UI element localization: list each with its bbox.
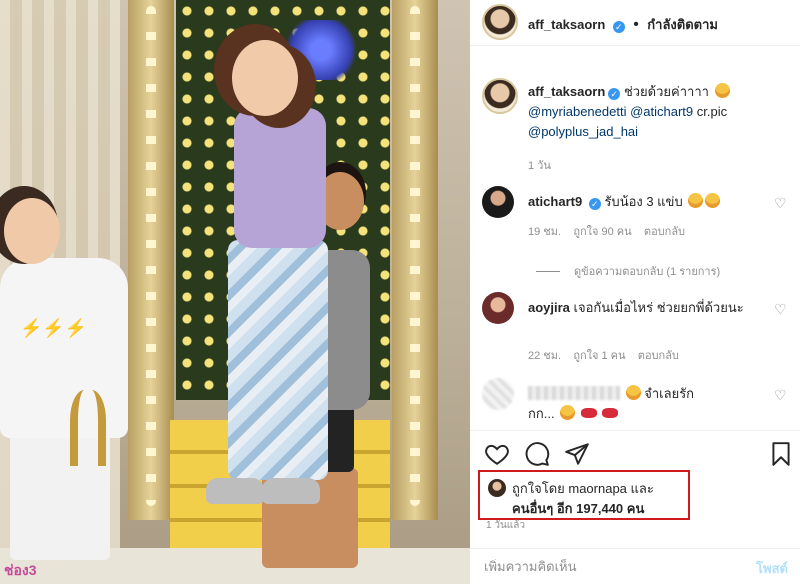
comment-body: จำเลยรัก: [644, 386, 695, 401]
separator-dot: •: [633, 16, 639, 33]
post-comment-button[interactable]: โพสต์: [756, 558, 788, 579]
comment-likes[interactable]: ถูกใจ 1 คน: [573, 350, 625, 362]
reply-button[interactable]: ตอบกลับ: [644, 226, 685, 238]
header-user-row: aff_taksaorn ✓ • กำลังติดตาม: [528, 14, 718, 35]
person-left-head: [4, 198, 60, 264]
lips-emoji-icon: [602, 408, 619, 418]
comment-time[interactable]: 19 ชม.: [528, 226, 561, 238]
verified-badge-icon: ✓: [608, 88, 621, 100]
action-bar: [470, 430, 800, 470]
comment-body: กก...: [528, 406, 555, 421]
comment-meta: 19 ชม. ถูกใจ 90 คน ตอบกลับ: [528, 222, 685, 240]
mention-link[interactable]: @myriabenedetti: [528, 104, 626, 119]
caption-body: ช่วยด้วยค่าาาา: [623, 84, 709, 99]
woman-lifted-top: [234, 108, 326, 248]
sneaker: [206, 478, 264, 504]
comment-bar: โพสต์: [470, 548, 800, 584]
tongue-emoji-icon: [705, 193, 721, 208]
comment-meta: 22 ชม. ถูกใจ 1 คน ตอบกลับ: [528, 346, 679, 364]
caption-time[interactable]: 1 วัน: [528, 156, 794, 176]
mention-link[interactable]: @polyplus_jad_hai: [528, 124, 638, 139]
comment-text: จำเลยรัก กก...: [528, 384, 764, 424]
username-link[interactable]: aff_taksaorn: [528, 17, 605, 32]
sneaker: [262, 478, 320, 504]
heart-icon[interactable]: ♡: [774, 196, 788, 210]
avatar[interactable]: [482, 78, 518, 114]
share-icon[interactable]: [564, 441, 590, 467]
likes-count[interactable]: คนอื่นๆ อีก 197,440 คน: [512, 498, 644, 519]
woman-lifted-legs: [228, 240, 328, 480]
avatar[interactable]: [482, 292, 514, 324]
post-time[interactable]: 1 วันแล้ว: [486, 518, 525, 533]
caption-credit: cr.pic: [696, 104, 728, 119]
verified-badge-icon: ✓: [588, 198, 601, 210]
channel-watermark: ช่อง3: [4, 562, 37, 578]
avatar[interactable]: [482, 186, 514, 218]
grin-emoji-icon: [625, 385, 641, 400]
verified-badge-icon: ✓: [612, 21, 625, 33]
post-photo[interactable]: ช่อง3: [0, 0, 470, 584]
person-left-body: [0, 258, 128, 438]
comment-input[interactable]: [484, 559, 724, 574]
woman-lifted-head: [232, 40, 298, 116]
likes-summary-highlight: ถูกใจโดย maornapa และ คนอื่นๆ อีก 197,44…: [478, 470, 690, 520]
bookmark-icon[interactable]: [768, 441, 794, 467]
liked-by-text[interactable]: ถูกใจโดย maornapa และ: [512, 478, 654, 499]
username-link[interactable]: aoyjira: [528, 300, 570, 315]
comment-body: เจอกันเมื่อไหร่ ช่วยยกพี่ด้วยนะ: [573, 300, 744, 315]
avatar[interactable]: [482, 4, 518, 40]
stage-pillar: [128, 0, 174, 520]
comment-text: aoyjira เจอกันเมื่อไหร่ ช่วยยกพี่ด้วยนะ: [528, 298, 764, 318]
lips-emoji-icon: [580, 408, 597, 418]
smile-emoji-icon: [560, 405, 576, 420]
sweat-smile-emoji-icon: [714, 83, 730, 98]
comment-likes[interactable]: ถูกใจ 90 คน: [573, 226, 631, 238]
heart-icon[interactable]: ♡: [774, 388, 788, 402]
stage-pillar: [392, 0, 438, 520]
reply-button[interactable]: ตอบกลับ: [638, 350, 679, 362]
heart-icon[interactable]: ♡: [774, 302, 788, 316]
following-button[interactable]: กำลังติดตาม: [647, 17, 718, 32]
comment-time[interactable]: 22 ชม.: [528, 350, 561, 362]
post-header: aff_taksaorn ✓ • กำลังติดตาม: [470, 0, 800, 46]
heart-icon[interactable]: [484, 441, 510, 467]
username-link[interactable]: atichart9: [528, 194, 582, 209]
avatar[interactable]: [488, 479, 506, 497]
tongue-emoji-icon: [688, 193, 704, 208]
blurred-username: [528, 386, 620, 400]
comment-text: atichart9 ✓ รับน้อง 3 แข่บ: [528, 192, 764, 212]
username-link[interactable]: aff_taksaorn: [528, 84, 605, 99]
mention-link[interactable]: @atichart9: [630, 104, 693, 119]
post-side-panel: aff_taksaorn ✓ • กำลังติดตาม aff_taksaor…: [470, 0, 800, 584]
avatar[interactable]: [482, 378, 514, 410]
comment-body: รับน้อง 3 แข่บ: [604, 194, 683, 209]
comment-icon[interactable]: [524, 441, 550, 467]
bananas-prop: [70, 390, 106, 466]
caption-text: aff_taksaorn ✓ ช่วยด้วยค่าาาา @myriabened…: [528, 82, 794, 176]
view-replies-button[interactable]: ดูข้อความตอบกลับ (1 รายการ): [536, 262, 720, 280]
